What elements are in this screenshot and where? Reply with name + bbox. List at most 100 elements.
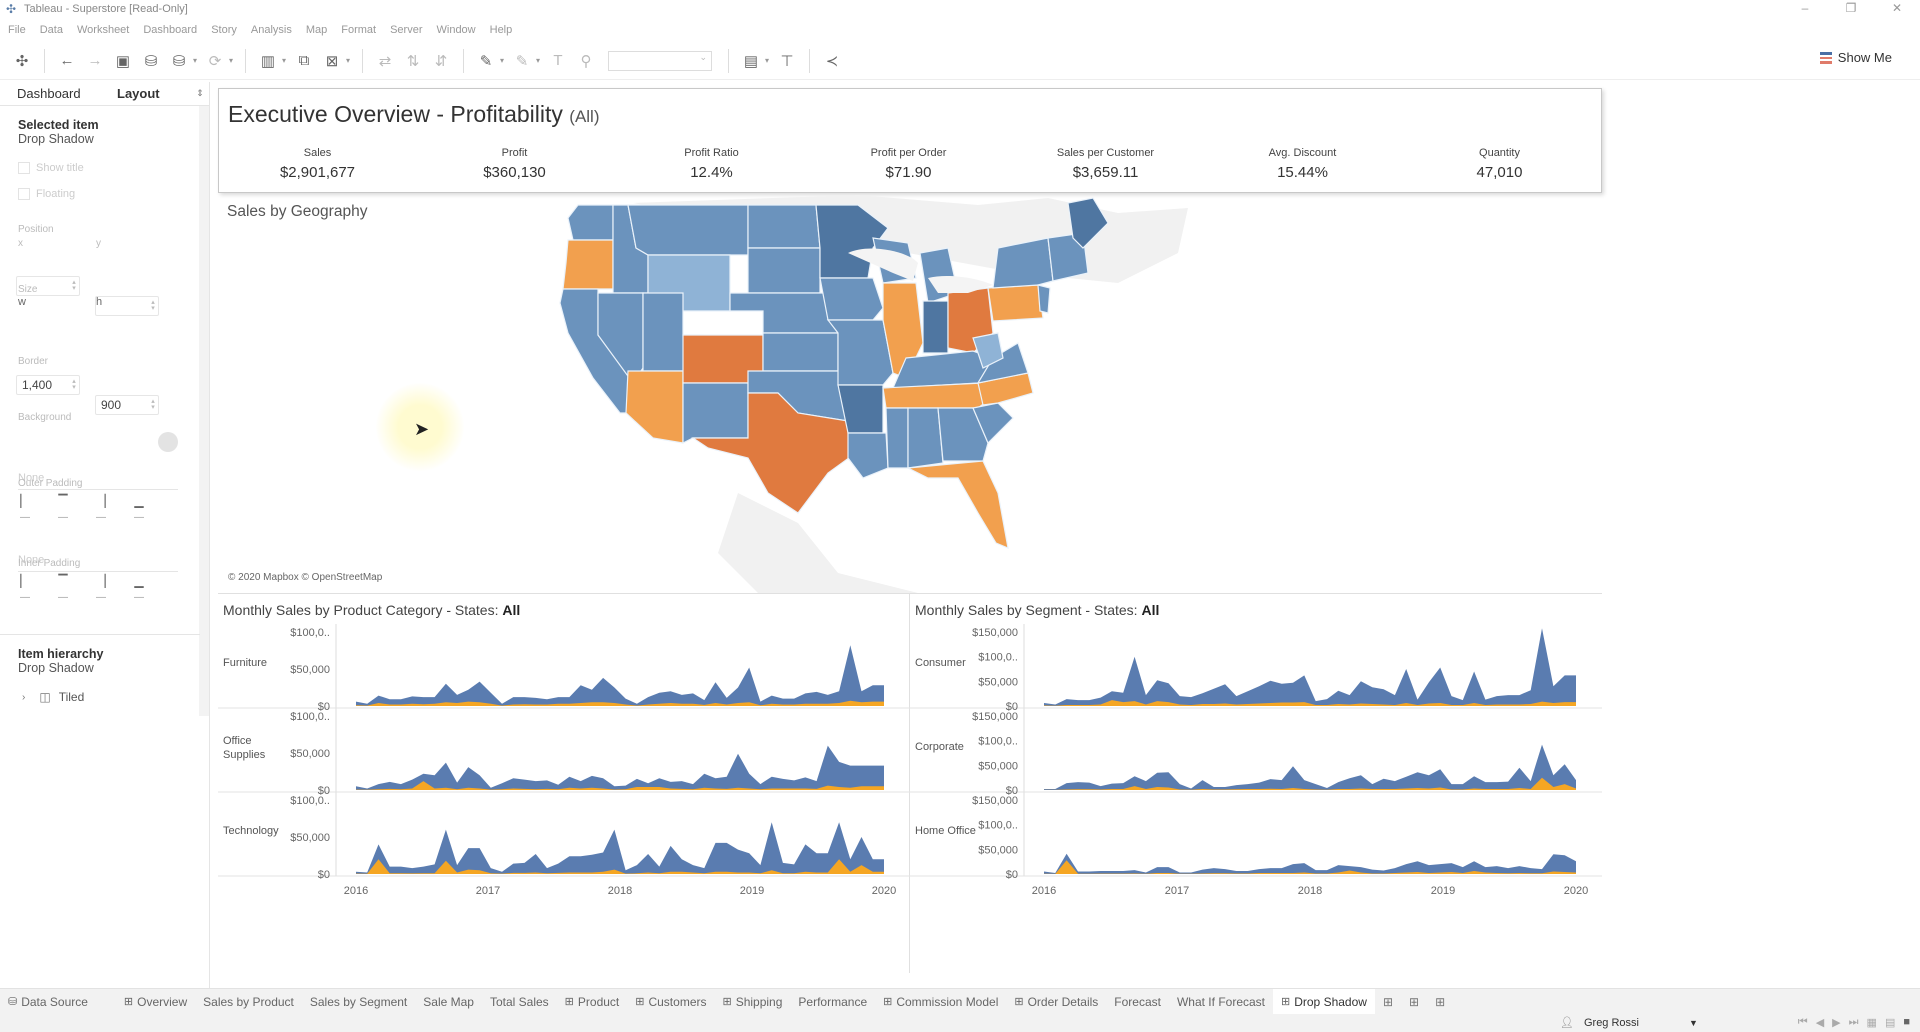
new-dashboard-tab-icon[interactable]: ⊞ [1401,989,1427,1015]
highlight-dropdown-icon[interactable]: ▾ [500,56,508,65]
outer-padding-bottom-value[interactable]: — [132,512,146,523]
menu-dashboard[interactable]: Dashboard [135,24,203,36]
sales-area-office-supplies[interactable] [356,745,884,790]
show-me-button[interactable]: Show Me [1819,50,1892,65]
segment-area-chart[interactable]: Consumer $0 $50,000 $100,0.. $150,000 Corpora… [910,594,1602,974]
fit-width-select[interactable] [608,50,712,71]
state-sd[interactable] [747,247,821,294]
menu-help[interactable]: Help [482,24,519,36]
category-area-chart[interactable]: Furniture $0 $50,000 $100,0.. Office Supplies… [218,594,910,974]
expand-chevron-icon[interactable]: › [22,692,25,703]
filmstrip-icon[interactable]: ▤ [1885,1016,1895,1029]
state-fl[interactable] [905,460,1009,549]
state-in[interactable] [922,300,949,354]
redo-icon[interactable]: → [83,49,107,73]
highlight-icon[interactable]: ✎ [474,49,498,73]
pause-updates-dropdown-icon[interactable]: ▾ [193,56,201,65]
nav-last-icon[interactable]: ⏭ [1849,1016,1859,1029]
swap-rows-columns-icon[interactable]: ⇄ [373,49,397,73]
new-worksheet-dropdown-icon[interactable]: ▾ [282,56,290,65]
sales-area-technology[interactable] [356,822,884,874]
new-worksheet-icon[interactable]: ▥ [256,49,280,73]
sort-descending-icon[interactable]: ⇵ [429,49,453,73]
sales-area-home-office[interactable] [1044,853,1576,874]
sheet-tab-order-details[interactable]: ⊞ Order Details [1006,989,1106,1015]
share-icon[interactable]: ≺ [820,49,844,73]
sheet-tab-product[interactable]: ⊞ Product [557,989,628,1015]
tab-layout[interactable]: Layout [91,86,191,101]
sheet-tab-data-source[interactable]: ⛁ Data Source [0,989,96,1015]
menu-file[interactable]: File [0,24,32,36]
kpi-profit[interactable]: Profit $360,130 [416,147,613,181]
state-ks[interactable] [762,332,839,372]
size-h-input[interactable]: 900 [95,395,159,415]
state-al[interactable] [907,407,944,469]
sheet-tab-overview[interactable]: ⊞ Overview [116,989,195,1015]
close-icon[interactable]: ✕ [1874,0,1920,18]
duplicate-sheet-icon[interactable]: ⧉ [292,49,316,73]
inner-padding-bottom-value[interactable]: — [132,592,146,603]
new-story-tab-icon[interactable]: ⊞ [1427,989,1453,1015]
kpi-profit-per-order[interactable]: Profit per Order $71.90 [810,147,1007,181]
show-cards-dropdown-icon[interactable]: ▾ [765,56,773,65]
pane-scrollbar[interactable] [199,106,209,716]
hierarchy-item-tiled[interactable]: › ◫ Tiled [22,690,84,704]
outer-padding-right-value[interactable]: — [94,512,108,523]
outer-padding-top-value[interactable]: — [56,512,70,523]
sales-area-furniture[interactable] [356,645,884,706]
padding-bottom-icon[interactable]: ▁ [132,494,146,508]
tabs-view-icon[interactable]: ■ [1903,1016,1910,1029]
show-cards-icon[interactable]: ▤ [739,49,763,73]
undo-icon[interactable]: ← [55,49,79,73]
sheet-tab-forecast[interactable]: Forecast [1106,989,1169,1015]
padding-bottom-icon[interactable]: ▁ [132,574,146,588]
state-ne[interactable] [729,292,839,334]
menu-window[interactable]: Window [429,24,482,36]
state-or[interactable] [562,239,614,290]
presentation-mode-icon[interactable]: ⊤ [775,49,799,73]
sort-ascending-icon[interactable]: ⇅ [401,49,425,73]
padding-right-icon[interactable]: ▕ [94,494,108,508]
show-mark-labels-icon[interactable]: T [546,49,570,73]
clear-sheet-icon[interactable]: ⊠ [320,49,344,73]
position-y-input[interactable] [95,296,159,316]
padding-left-icon[interactable]: ▏ [18,574,32,588]
kpi-sales[interactable]: Sales $2,901,677 [219,147,416,181]
menu-analysis[interactable]: Analysis [243,24,298,36]
nav-next-icon[interactable]: ▶ [1832,1016,1840,1029]
sheet-tab-sales-by-product[interactable]: Sales by Product [195,989,302,1015]
padding-left-icon[interactable]: ▏ [18,494,32,508]
sales-area-corporate[interactable] [1044,744,1576,790]
padding-top-icon[interactable]: ▔ [56,494,70,508]
group-dropdown-icon[interactable]: ▾ [536,56,544,65]
refresh-icon[interactable]: ⟳ [203,49,227,73]
size-w-input[interactable]: 1,400 [16,375,80,395]
menu-data[interactable]: Data [32,24,69,36]
state-nm[interactable] [682,382,749,444]
group-members-icon[interactable]: ✎ [510,49,534,73]
sheet-tab-total-sales[interactable]: Total Sales [482,989,557,1015]
pane-menu-icon[interactable]: ⇕ [191,88,209,99]
state-la[interactable] [847,432,889,479]
menu-worksheet[interactable]: Worksheet [69,24,135,36]
user-dropdown-icon[interactable]: ▼ [1689,1018,1698,1028]
restore-icon[interactable]: ❐ [1828,0,1874,18]
tab-dashboard[interactable]: Dashboard [0,86,91,101]
kpi-quantity[interactable]: Quantity 47,010 [1401,147,1598,181]
state-pa[interactable] [987,284,1044,322]
minimize-icon[interactable]: – [1782,0,1828,18]
inner-padding-right-value[interactable]: — [94,592,108,603]
kpi-profit-ratio[interactable]: Profit Ratio 12.4% [613,147,810,181]
refresh-dropdown-icon[interactable]: ▾ [229,56,237,65]
padding-right-icon[interactable]: ▕ [94,574,108,588]
state-ms[interactable] [885,407,909,469]
nav-prev-icon[interactable]: ◀ [1816,1016,1824,1029]
state-az[interactable] [625,370,684,444]
sheet-sorter-icon[interactable]: ▦ [1867,1016,1877,1029]
sheet-tab-what-if-forecast[interactable]: What If Forecast [1169,989,1273,1015]
state-nd[interactable] [747,204,821,249]
show-title-checkbox[interactable]: Show title [18,162,84,174]
sheet-tab-commission-model[interactable]: ⊞ Commission Model [875,989,1006,1015]
state-ia[interactable] [819,277,884,321]
menu-map[interactable]: Map [298,24,333,36]
